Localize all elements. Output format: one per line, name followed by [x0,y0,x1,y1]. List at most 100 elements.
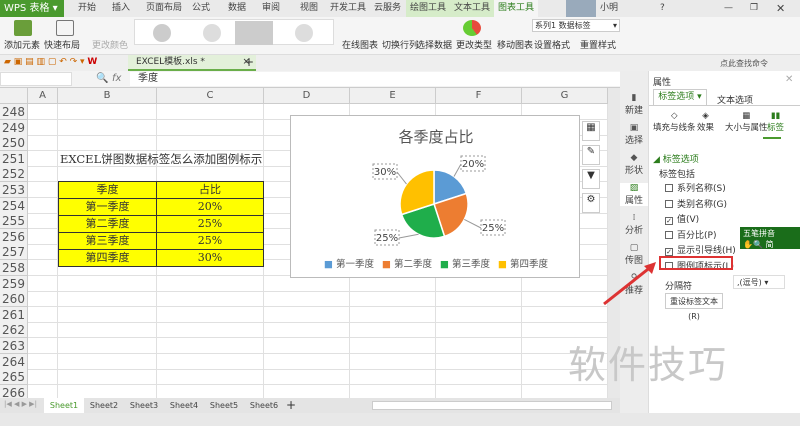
sheet-tab-3[interactable]: Sheet4 [164,398,204,413]
table-cell[interactable]: 第一季度 [59,199,158,215]
row-header[interactable]: 261 [0,306,28,323]
checkbox[interactable] [665,184,673,192]
checkbox[interactable] [665,230,673,239]
table-cell[interactable]: 第二季度 [59,216,158,232]
menu-3[interactable]: 公式 [192,0,210,17]
option-checkbox-2[interactable]: ✓ 值(V) [665,212,699,226]
chart-settings-icon[interactable]: ⚙ [582,193,600,213]
column-header[interactable]: F [436,88,522,104]
row-header[interactable]: 266 [0,384,28,398]
panel-title[interactable]: 属性 [653,75,671,88]
sheet-tab-1[interactable]: Sheet2 [84,398,124,413]
new-tab-button[interactable]: + [244,55,254,69]
row-header[interactable]: 257 [0,244,28,261]
menu-8[interactable]: 云服务 [374,0,401,17]
column-header[interactable]: D [264,88,350,104]
row-header[interactable]: 254 [0,197,28,214]
corner-cell[interactable] [0,88,28,104]
column-header[interactable]: E [350,88,436,104]
menu-7[interactable]: 开发工具 [330,0,366,17]
legend-item[interactable]: ■ 第一季度 [324,259,374,270]
context-tab-1[interactable]: 文本工具 [450,0,494,17]
help-button[interactable]: ? [660,0,665,17]
subtab-3[interactable]: ▮▮ 标签 [767,111,784,133]
menu-0[interactable]: 开始 [78,0,96,17]
menu-6[interactable]: 视图 [300,0,318,17]
row-header[interactable]: 258 [0,260,28,276]
formula-input[interactable]: 季度 [130,72,620,86]
chart-style-icon[interactable]: ✎ [582,145,600,165]
data-label[interactable]: 30% [374,167,396,178]
option-checkbox-3[interactable]: 百分比(P) [665,228,716,241]
fx-button[interactable]: fx [112,73,121,84]
row-header[interactable]: 259 [0,275,28,292]
legend-item[interactable]: ■ 第三季度 [440,259,490,270]
menu-1[interactable]: 插入 [112,0,130,17]
sheet-tab-5[interactable]: Sheet6 [244,398,284,413]
sidebar-item-0[interactable]: ▮ 新建 [620,93,648,116]
checkbox[interactable]: ✓ [665,217,673,226]
data-label[interactable]: 25% [482,223,504,234]
subtab-0[interactable]: ◇ 填充与线条 [653,111,696,133]
separator-select[interactable]: ,(逗号) ▾ [733,275,785,289]
row-header[interactable]: 263 [0,338,28,354]
select-data-button[interactable]: 选择数据 [416,38,452,51]
checkbox[interactable] [665,199,673,208]
option-checkbox-0[interactable]: 系列名称(S) [665,181,726,194]
add-element-button[interactable]: 添加元素 [4,38,40,51]
column-header[interactable]: B [58,88,157,104]
user-name[interactable]: 小明 [600,0,618,17]
restore-button[interactable]: ❐ [750,0,758,17]
column-header[interactable]: C [157,88,264,104]
table-header[interactable]: 季度 [59,182,158,198]
online-chart-button[interactable]: 在线图表 [342,38,378,51]
pie-chart[interactable]: 各季度占比 20% 25% 25% 30% ■ 第一季度 ■ 第二季度 ■ 第三季度 ■ 第… [290,115,580,278]
app-logo-menu[interactable]: WPS 表格 ▾ [0,0,64,17]
row-header[interactable]: 252 [0,166,28,183]
table-cell[interactable]: 第三季度 [59,233,158,249]
sheet-tab-2[interactable]: Sheet3 [124,398,164,413]
section-label-options[interactable]: ◢ 标签选项 [653,152,699,165]
document-tab[interactable]: EXCEL模板.xls * × [128,55,256,71]
row-header[interactable]: 260 [0,291,28,308]
series-select[interactable]: 系列1 数据标签 ▾ [532,19,620,32]
sidebar-item-3[interactable]: ▨ 属性 [620,183,648,206]
sidebar-item-2[interactable]: ◆ 形状 [620,153,648,176]
switch-row-col-button[interactable]: 切换行列 [382,38,418,51]
data-label[interactable]: 25% [376,233,398,244]
row-header[interactable]: 264 [0,353,28,370]
subtab-2[interactable]: ▦ 大小与属性 [725,111,768,133]
row-header[interactable]: 265 [0,369,28,386]
option-checkbox-1[interactable]: 类别名称(G) [665,197,727,210]
context-tab-0[interactable]: 绘图工具 [406,0,450,17]
row-header[interactable]: 253 [0,182,28,198]
avatar[interactable] [566,0,596,17]
quick-access-icons[interactable]: ▰ ▣ ▤ ▥ ▢ ↶ ↷ ▾ W [4,57,97,67]
table-cell[interactable]: 20% [157,199,263,215]
column-header[interactable]: G [522,88,608,104]
subtab-1[interactable]: ◈ 效果 [697,111,714,133]
sidebar-item-4[interactable]: ⁞ 分析 [620,213,648,236]
minimize-button[interactable]: — [724,0,733,17]
name-box[interactable] [0,72,72,86]
chart-style-gallery[interactable] [134,19,334,45]
chart-filter-icon[interactable]: ▼ [582,169,600,189]
add-sheet-button[interactable]: + [286,398,296,412]
tab-label-options[interactable]: 标签选项 ▾ [653,89,707,105]
reset-style-button[interactable]: 重置样式 [580,38,616,51]
sheet-nav-buttons[interactable]: |◀ ◀ ▶ ▶| [4,400,37,408]
move-chart-button[interactable]: 移动图表 [497,38,533,51]
menu-5[interactable]: 审阅 [262,0,280,17]
reset-label-text-button[interactable]: 重设标签文本(R) [665,293,723,321]
row-header[interactable]: 249 [0,119,28,136]
menu-4[interactable]: 数据 [228,0,246,17]
table-header[interactable]: 占比 [157,182,263,198]
row-header[interactable]: 262 [0,322,28,339]
row-header[interactable]: 251 [0,150,28,167]
title-cell[interactable]: EXCEL饼图数据标签怎么添加图例标示 [60,151,270,167]
zoom-icon[interactable]: 🔍 [96,73,108,84]
row-header[interactable]: 248 [0,104,28,120]
quick-layout-button[interactable]: 快速布局 [44,38,80,51]
legend-item[interactable]: ■ 第四季度 [498,259,548,270]
search-command[interactable]: 点此查找命令 [720,58,768,69]
